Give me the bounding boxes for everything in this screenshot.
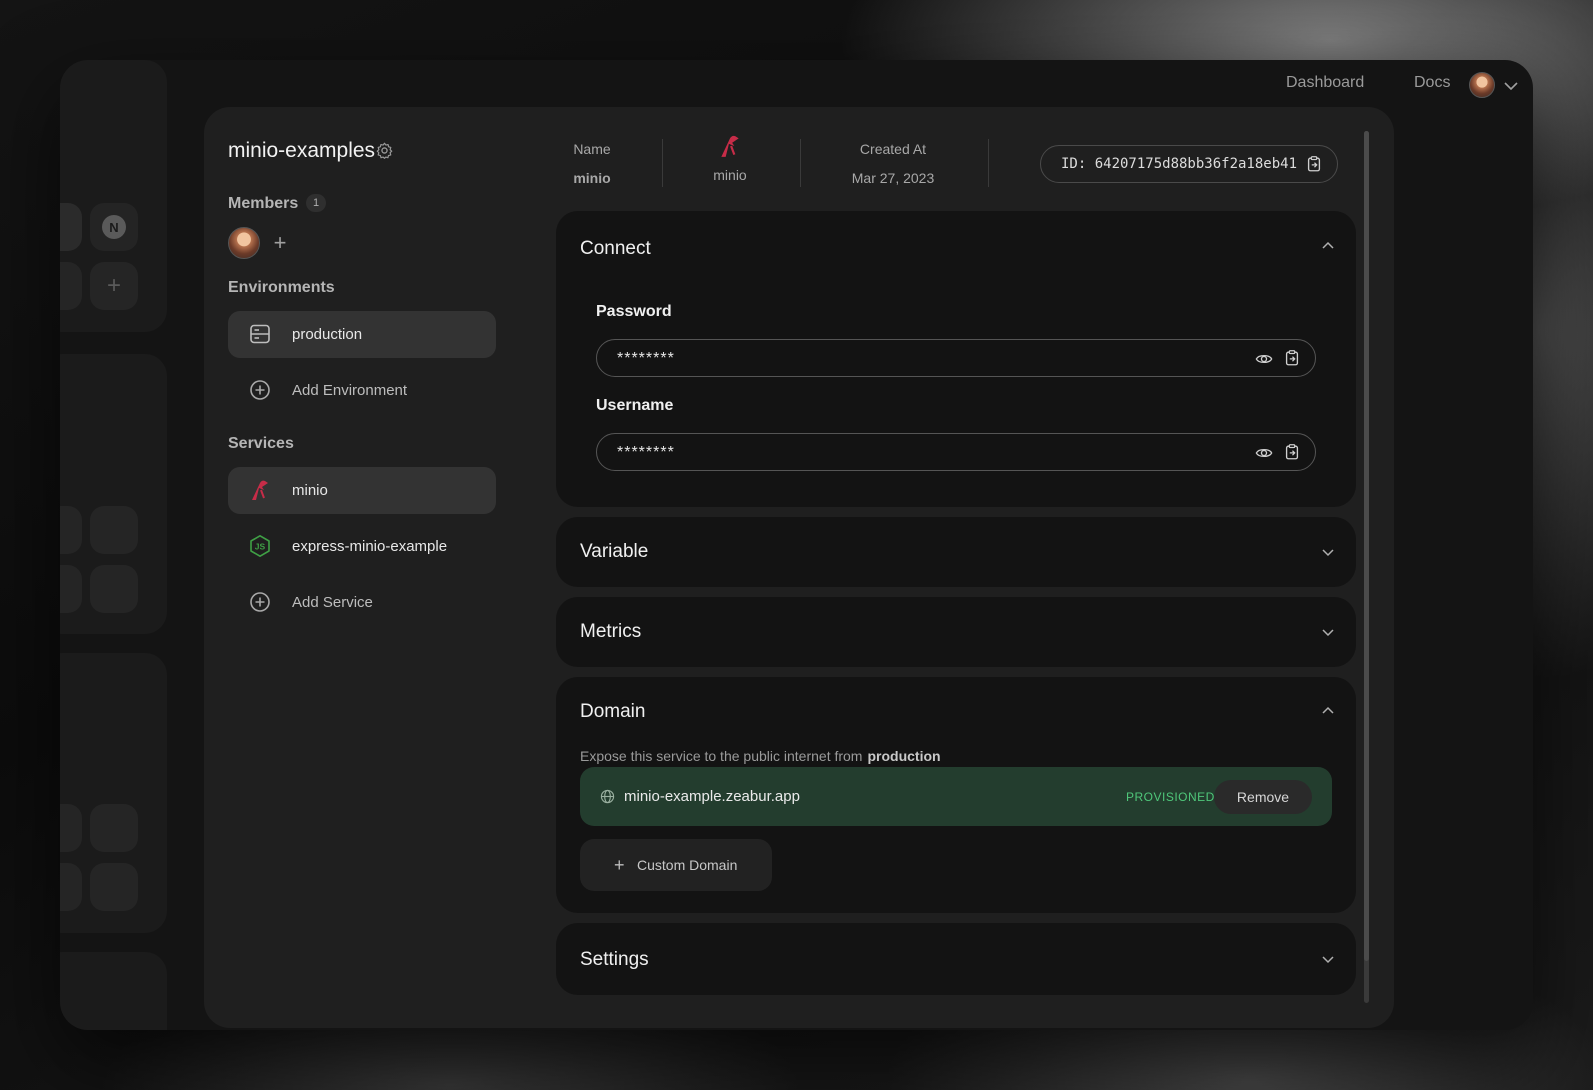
service-item-label: express-minio-example	[292, 538, 448, 555]
domain-section-header[interactable]: Domain	[580, 701, 645, 723]
avatar-initial-icon: N	[102, 215, 126, 239]
divider	[800, 139, 801, 187]
service-type-value: minio	[713, 167, 747, 183]
domain-section: Domain Expose this service to the public…	[556, 677, 1356, 913]
clipboard-copy-icon[interactable]	[1283, 443, 1301, 461]
chevron-down-icon[interactable]	[1320, 624, 1336, 640]
scrollbar-thumb[interactable]	[1364, 131, 1369, 961]
service-type-meta: minio	[700, 133, 760, 183]
chevron-down-icon[interactable]	[1320, 544, 1336, 560]
services-label: Services	[228, 435, 294, 452]
username-input[interactable]	[615, 442, 1215, 464]
svg-text:JS: JS	[255, 542, 266, 552]
plus-circle-icon	[250, 592, 270, 612]
domain-hostname[interactable]: minio-example.zeabur.app	[624, 788, 800, 805]
created-at-meta: Created At Mar 27, 2023	[838, 141, 948, 186]
service-id-copy-button[interactable]: ID: 64207175d88bb36f2a18eb41	[1040, 145, 1338, 183]
add-environment-label: Add Environment	[292, 382, 408, 399]
remove-domain-button[interactable]: Remove	[1214, 780, 1312, 814]
domain-status-badge: PROVISIONED	[1126, 790, 1215, 804]
custom-domain-label: Custom Domain	[637, 857, 738, 873]
workspace-tile[interactable]	[60, 506, 82, 554]
domain-description-text: Expose this service to the public intern…	[580, 748, 863, 764]
service-item-label: minio	[292, 482, 328, 499]
members-count-badge: 1	[306, 194, 326, 212]
project-title: minio-examples	[228, 139, 376, 162]
service-item-minio[interactable]: minio	[228, 467, 496, 514]
chevron-down-icon[interactable]	[1320, 951, 1336, 967]
custom-domain-button[interactable]: + Custom Domain	[580, 839, 772, 891]
workspace-tile[interactable]	[60, 863, 82, 911]
nav-dashboard-link[interactable]: Dashboard	[1286, 74, 1364, 92]
chevron-up-icon[interactable]	[1320, 703, 1336, 719]
chevron-up-icon[interactable]	[1320, 238, 1336, 254]
workspace-tile[interactable]	[60, 262, 82, 310]
password-input[interactable]	[615, 348, 1215, 370]
gear-icon[interactable]	[376, 142, 393, 159]
connect-section: Connect Password Username	[556, 211, 1356, 507]
divider	[988, 139, 989, 187]
created-at-label: Created At	[859, 141, 927, 157]
plus-circle-icon	[250, 380, 270, 400]
workspace-tile[interactable]	[60, 804, 82, 852]
username-field	[596, 433, 1316, 471]
metrics-section-header[interactable]: Metrics	[580, 621, 641, 643]
workspace-tile[interactable]	[60, 203, 82, 251]
minio-icon	[721, 135, 739, 157]
settings-section[interactable]: Settings	[556, 923, 1356, 995]
variable-section[interactable]: Variable	[556, 517, 1356, 587]
settings-section-header[interactable]: Settings	[580, 949, 649, 971]
username-label: Username	[596, 397, 674, 414]
workspace-tile[interactable]	[90, 804, 138, 852]
metrics-section[interactable]: Metrics	[556, 597, 1356, 667]
workspace-avatar-n[interactable]: N	[90, 203, 138, 251]
password-label: Password	[596, 303, 672, 320]
plus-icon: +	[614, 855, 625, 875]
member-avatar[interactable]	[228, 227, 260, 259]
eye-icon[interactable]	[1255, 350, 1273, 368]
add-workspace-button[interactable]: +	[90, 262, 138, 310]
name-label: Name	[573, 141, 611, 157]
add-member-button[interactable]: +	[268, 229, 292, 257]
domain-environment-name: production	[867, 748, 941, 764]
workspace-tile[interactable]	[90, 863, 138, 911]
environment-item-label: production	[292, 326, 363, 343]
add-environment-button[interactable]: Add Environment	[228, 367, 496, 414]
user-avatar[interactable]	[1469, 72, 1495, 98]
service-id-text: ID: 64207175d88bb36f2a18eb41	[1061, 156, 1298, 172]
nav-docs-link[interactable]: Docs	[1414, 74, 1450, 92]
domain-description: Expose this service to the public intern…	[580, 748, 941, 764]
eye-icon[interactable]	[1255, 444, 1273, 462]
domain-row: minio-example.zeabur.app PROVISIONED Rem…	[580, 767, 1332, 826]
globe-icon	[600, 789, 615, 804]
chevron-down-icon[interactable]	[1503, 78, 1519, 94]
server-icon	[250, 324, 270, 344]
password-field	[596, 339, 1316, 377]
minio-icon	[252, 480, 268, 500]
service-name-meta: Name minio	[556, 141, 628, 186]
environment-item-production[interactable]: production	[228, 311, 496, 358]
connect-section-header[interactable]: Connect	[580, 238, 651, 260]
members-label: Members	[228, 195, 299, 212]
service-item-express-minio-example[interactable]: JS express-minio-example	[228, 523, 496, 570]
workspace-rail-footer	[60, 952, 167, 1030]
variable-section-header[interactable]: Variable	[580, 541, 648, 563]
workspace-tile[interactable]	[90, 565, 138, 613]
created-at-value: Mar 27, 2023	[851, 170, 935, 186]
environments-label: Environments	[228, 279, 335, 296]
nodejs-icon: JS	[250, 535, 270, 557]
clipboard-copy-icon[interactable]	[1283, 349, 1301, 367]
add-service-label: Add Service	[292, 594, 373, 611]
clipboard-copy-icon	[1307, 156, 1321, 172]
workspace-tile[interactable]	[90, 506, 138, 554]
name-value: minio	[573, 170, 611, 186]
workspace-tile[interactable]	[60, 565, 82, 613]
divider	[662, 139, 663, 187]
add-service-button[interactable]: Add Service	[228, 579, 496, 626]
